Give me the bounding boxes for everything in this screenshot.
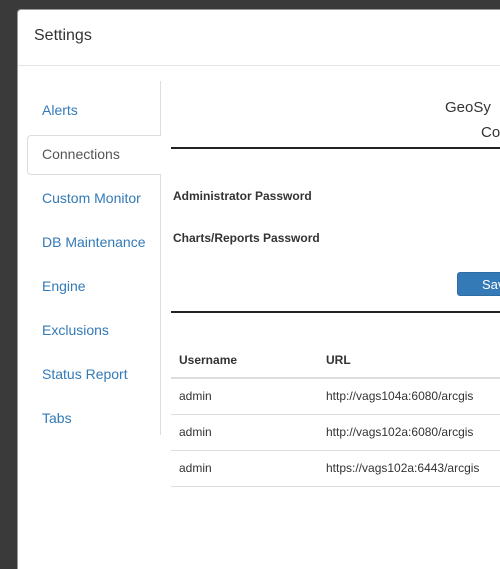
column-header-username: Username xyxy=(171,342,326,379)
table-header-row: Username URL xyxy=(171,342,500,379)
table-row[interactable]: admin https://vags102a:6443/arcgis xyxy=(171,450,500,487)
section-divider-top xyxy=(171,147,500,149)
cell-url: http://vags102a:6080/arcgis xyxy=(326,414,500,451)
cell-url: http://vags104a:6080/arcgis xyxy=(326,378,500,415)
table-row[interactable]: admin http://vags102a:6080/arcgis xyxy=(171,414,500,451)
admin-password-label: Administrator Password xyxy=(173,189,312,203)
charts-password-label: Charts/Reports Password xyxy=(173,231,320,245)
tab-status-report[interactable]: Status Report xyxy=(27,355,162,395)
connections-panel: GeoSy Co Administrator Password Charts/R… xyxy=(161,66,500,569)
tab-connections[interactable]: Connections xyxy=(27,135,162,175)
column-header-url: URL xyxy=(326,342,500,379)
brand-title: GeoSy xyxy=(445,99,491,116)
tab-db-maintenance[interactable]: DB Maintenance xyxy=(27,223,162,263)
table-row[interactable]: admin http://vags104a:6080/arcgis xyxy=(171,378,500,415)
tab-alerts[interactable]: Alerts xyxy=(27,91,162,131)
tab-custom-monitor[interactable]: Custom Monitor xyxy=(27,179,162,219)
dialog-header: Settings xyxy=(18,10,500,66)
cell-username: admin xyxy=(171,450,326,487)
section-divider-bottom xyxy=(171,311,500,313)
tab-tabs[interactable]: Tabs xyxy=(27,399,162,439)
cell-username: admin xyxy=(171,414,326,451)
cell-url: https://vags102a:6443/arcgis xyxy=(326,450,500,487)
settings-tabs: Alerts Connections Custom Monitor DB Mai… xyxy=(18,81,162,435)
tab-engine[interactable]: Engine xyxy=(27,267,162,307)
brand-subtitle: Co xyxy=(481,124,500,141)
tab-exclusions[interactable]: Exclusions xyxy=(27,311,162,351)
save-button[interactable]: Save xyxy=(457,272,500,296)
connections-table: Username URL admin http://vags104a:6080/… xyxy=(171,342,500,487)
cell-username: admin xyxy=(171,378,326,415)
dialog-title: Settings xyxy=(34,27,92,44)
settings-dialog: Settings Alerts Connections Custom Monit… xyxy=(17,9,500,569)
